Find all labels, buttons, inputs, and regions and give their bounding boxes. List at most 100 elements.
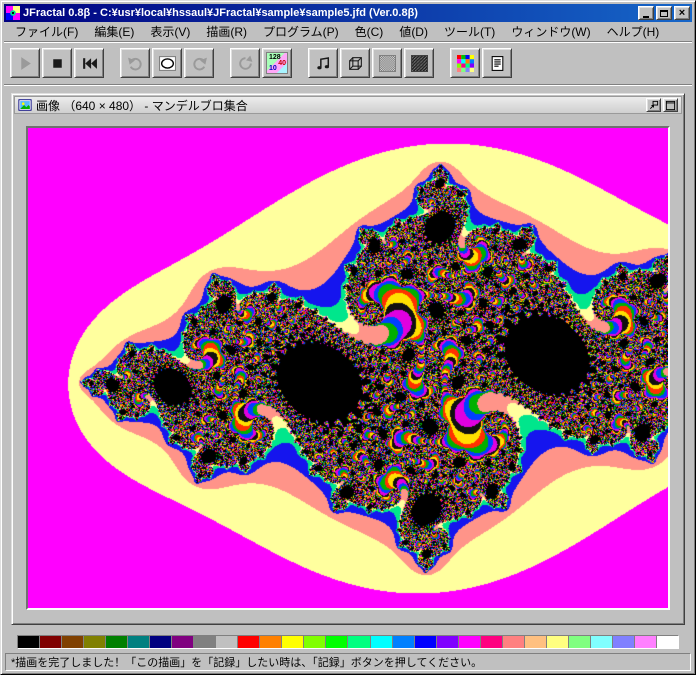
halftone-button[interactable] (372, 48, 402, 78)
menu-item-file[interactable]: ファイル(F) (7, 21, 86, 42)
palette-swatch-23[interactable] (524, 636, 547, 648)
palette-swatch-18[interactable] (414, 636, 437, 648)
stop-button[interactable] (42, 48, 72, 78)
image-window-controls (646, 98, 678, 112)
app-window: JFractal 0.8β - C:¥usr¥local¥hssaul¥JFra… (0, 0, 696, 675)
mdi-area: 画像 （640 × 480） - マンデルブロ集合 (4, 84, 692, 633)
toolbar-group: 128 40 10 (230, 48, 292, 78)
undo-icon (127, 55, 144, 72)
toolbar-group (10, 48, 104, 78)
log-icon (489, 55, 506, 72)
menu-item-value[interactable]: 値(D) (391, 21, 436, 42)
cube-button[interactable] (340, 48, 370, 78)
image-window-titlebar[interactable]: 画像 （640 × 480） - マンデルブロ集合 (14, 96, 682, 114)
palette-bar (17, 635, 679, 649)
toolbar-group (120, 48, 214, 78)
menu-item-draw[interactable]: 描画(R) (198, 21, 255, 42)
close-icon: × (678, 6, 686, 19)
window-title: JFractal 0.8β - C:¥usr¥local¥hssaul¥JFra… (23, 7, 418, 19)
palette-swatch-5[interactable] (128, 636, 151, 648)
dither-icon (410, 54, 428, 72)
repeat-button[interactable] (230, 48, 260, 78)
palette-swatch-22[interactable] (502, 636, 525, 648)
palette-swatch-15[interactable] (348, 636, 371, 648)
palette-swatch-20[interactable] (458, 636, 481, 648)
image-window-body (14, 114, 682, 622)
menu-item-tools[interactable]: ツール(T) (436, 21, 503, 42)
music-button[interactable] (308, 48, 338, 78)
halftone-icon (378, 54, 396, 72)
palette-swatch-16[interactable] (370, 636, 393, 648)
title-bar[interactable]: JFractal 0.8β - C:¥usr¥local¥hssaul¥JFra… (4, 4, 692, 22)
mosaic-icon (456, 54, 474, 72)
palette-swatch-19[interactable] (436, 636, 459, 648)
palette-swatch-27[interactable] (612, 636, 635, 648)
menu-bar: ファイル(F) 編集(E) 表示(V) 描画(R) プログラム(P) 色(C) 値(D) ツー… (4, 22, 692, 42)
palette-swatch-7[interactable] (172, 636, 195, 648)
palette-swatch-26[interactable] (590, 636, 613, 648)
image-window: 画像 （640 × 480） - マンデルブロ集合 (11, 93, 685, 625)
minimize-icon (643, 15, 649, 18)
status-bar: *描画を完了しました！「この描画」を「記録」したい時は、「記録」ボタンを押してく… (4, 651, 692, 671)
maximize-icon (660, 9, 668, 17)
palette-swatch-11[interactable] (260, 636, 283, 648)
palette-swatch-6[interactable] (150, 636, 173, 648)
palette-swatch-0[interactable] (18, 636, 41, 648)
palette-swatch-13[interactable] (304, 636, 327, 648)
fractal-canvas[interactable] (28, 128, 668, 608)
palette-swatch-10[interactable] (238, 636, 261, 648)
status-message: *描画を完了しました！「この描画」を「記録」したい時は、「記録」ボタンを押してく… (11, 657, 483, 669)
palette-swatch-14[interactable] (326, 636, 349, 648)
status-panel: *描画を完了しました！「この描画」を「記録」したい時は、「記録」ボタンを押してく… (5, 653, 691, 671)
log-button[interactable] (482, 48, 512, 78)
play-icon (17, 55, 34, 72)
menu-item-program[interactable]: プログラム(P) (255, 21, 347, 42)
music-icon (315, 55, 332, 72)
app-icon (6, 6, 20, 20)
rewind-icon (81, 55, 98, 72)
ellipse-button[interactable] (152, 48, 182, 78)
palette-swatch-25[interactable] (568, 636, 591, 648)
palette-swatch-1[interactable] (40, 636, 63, 648)
canvas-frame (26, 126, 670, 610)
color-count-button[interactable]: 128 40 10 (262, 48, 292, 78)
palette-swatch-28[interactable] (634, 636, 657, 648)
stop-icon (49, 55, 66, 72)
palette-swatch-29[interactable] (656, 636, 678, 648)
color-count-icon: 128 40 10 (266, 52, 288, 74)
maximize-button[interactable] (656, 6, 672, 20)
detach-window-button[interactable] (646, 98, 661, 112)
rewind-button[interactable] (74, 48, 104, 78)
palette-swatch-3[interactable] (84, 636, 107, 648)
palette-swatch-8[interactable] (194, 636, 217, 648)
ellipse-icon (158, 55, 176, 72)
close-button[interactable]: × (674, 6, 690, 20)
toolbar-group (450, 48, 512, 78)
maximize-image-icon (665, 100, 676, 110)
menu-item-help[interactable]: ヘルプ(H) (599, 21, 668, 42)
menu-item-edit[interactable]: 編集(E) (86, 21, 142, 42)
palette-swatch-17[interactable] (392, 636, 415, 648)
minimize-button[interactable] (638, 6, 654, 20)
image-window-icon (18, 98, 32, 112)
redo-icon (191, 55, 208, 72)
palette-swatch-9[interactable] (216, 636, 239, 648)
palette-swatch-12[interactable] (282, 636, 305, 648)
toolbar-group (308, 48, 434, 78)
maximize-image-button[interactable] (663, 98, 678, 112)
menu-item-window[interactable]: ウィンドウ(W) (503, 21, 598, 42)
detach-icon (649, 100, 659, 109)
undo-button[interactable] (120, 48, 150, 78)
window-controls: × (638, 6, 690, 20)
toolbar: 128 40 10 (4, 42, 692, 84)
mosaic-button[interactable] (450, 48, 480, 78)
redo-button[interactable] (184, 48, 214, 78)
palette-swatch-2[interactable] (62, 636, 85, 648)
play-button[interactable] (10, 48, 40, 78)
palette-swatch-21[interactable] (480, 636, 503, 648)
menu-item-color[interactable]: 色(C) (347, 21, 392, 42)
dither-button[interactable] (404, 48, 434, 78)
menu-item-view[interactable]: 表示(V) (142, 21, 198, 42)
palette-swatch-4[interactable] (106, 636, 129, 648)
palette-swatch-24[interactable] (546, 636, 569, 648)
